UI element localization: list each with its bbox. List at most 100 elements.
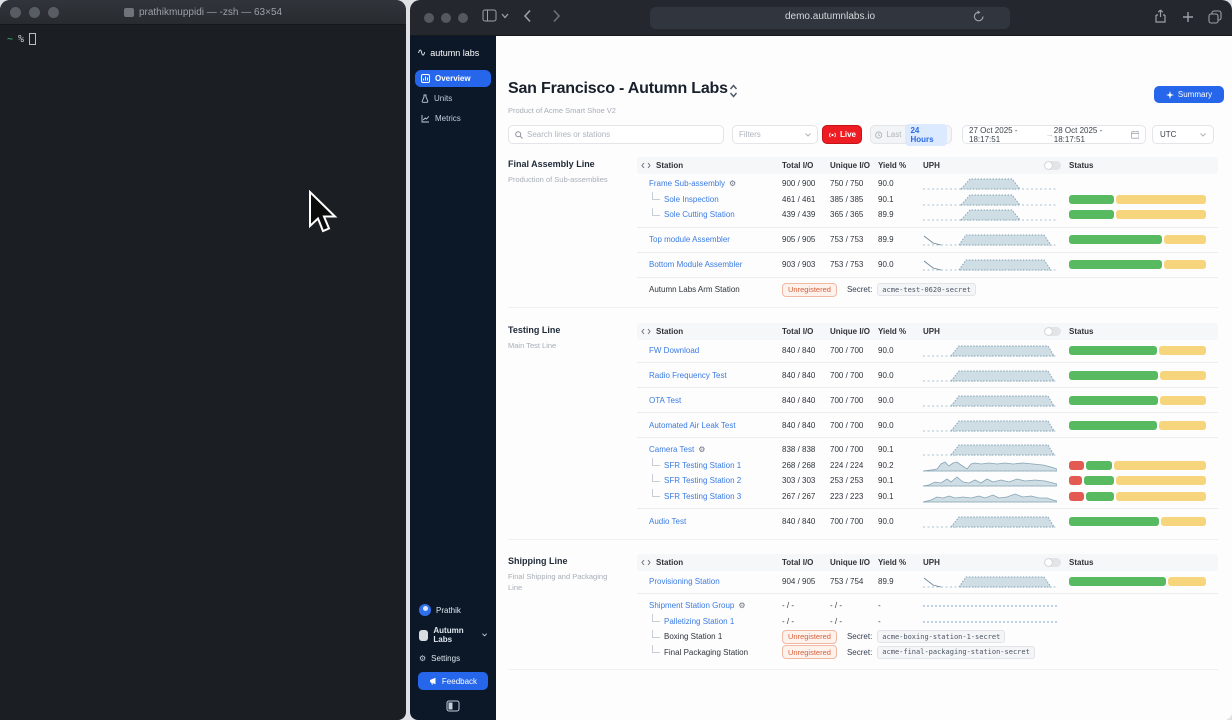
station-link[interactable]: Shipment Station Group: [649, 601, 734, 610]
secret-value[interactable]: acme-test-0620-secret: [877, 283, 976, 296]
station-link[interactable]: SFR Testing Station 2: [664, 476, 741, 485]
close-window-button[interactable]: [424, 13, 434, 23]
status-segment-green: [1069, 345, 1157, 355]
secret-value[interactable]: acme-boxing-station-1-secret: [877, 630, 1006, 644]
station-link[interactable]: Audio Test: [649, 517, 686, 526]
table-header-row: Station Total I/O Unique I/O Yield % UPH Stat…: [637, 323, 1218, 340]
share-icon[interactable]: [1154, 9, 1167, 24]
zoom-window-button[interactable]: [458, 13, 468, 23]
status-segment-green: [1085, 460, 1113, 470]
chevron-down-icon[interactable]: [501, 13, 509, 19]
expand-columns-icon[interactable]: [641, 328, 651, 335]
gear-icon[interactable]: ⚙: [698, 445, 705, 454]
sidebar-toggle-icon[interactable]: [482, 9, 497, 22]
station-link[interactable]: FW Download: [649, 346, 699, 355]
status-toggle[interactable]: [1044, 327, 1061, 336]
station-cell: Autumn Labs Arm Station: [637, 285, 782, 294]
sidebar-item-overview[interactable]: Overview: [415, 70, 491, 87]
station-link[interactable]: SFR Testing Station 3: [664, 492, 741, 501]
collapse-sidebar-button[interactable]: [410, 700, 496, 712]
station-link[interactable]: Camera Test: [649, 445, 694, 454]
sidebar-item-metrics[interactable]: Metrics: [415, 110, 491, 127]
sidebar-item-units[interactable]: Units: [415, 90, 491, 107]
summary-button[interactable]: Summary: [1154, 86, 1224, 103]
status-segment-yellow: [1115, 210, 1206, 220]
org-switcher[interactable]: Autumn Labs: [410, 621, 496, 649]
new-tab-icon[interactable]: [1182, 11, 1194, 23]
station-link[interactable]: Sole Inspection: [664, 195, 719, 204]
timezone-select[interactable]: UTC: [1152, 125, 1214, 144]
site-selector[interactable]: [729, 84, 738, 103]
station-link[interactable]: Frame Sub-assembly: [649, 179, 725, 188]
table-row: Audio Test 840 / 840 700 / 700 90.0: [637, 513, 1218, 529]
status-toggle[interactable]: [1044, 161, 1061, 170]
station-link[interactable]: Provisioning Station: [649, 577, 720, 586]
unique-io-value: 224 / 224: [830, 460, 864, 470]
station-link[interactable]: Top module Assembler: [649, 235, 730, 244]
terminal-body[interactable]: ~ %: [0, 25, 406, 53]
status-cell: [1069, 576, 1207, 586]
table-row: Sole Cutting Station 439 / 439 365 / 365 89…: [637, 207, 1218, 223]
gear-icon[interactable]: ⚙: [738, 601, 745, 610]
terminal-window[interactable]: prathikmuppidi — -zsh — 63×54 ~ %: [0, 0, 406, 720]
date-range-picker[interactable]: 27 Oct 2025 - 18:17:51 → 28 Oct 2025 - 1…: [962, 125, 1146, 144]
status-bar: [1069, 491, 1206, 501]
time-range-control[interactable]: Last 24 Hours: [870, 123, 952, 146]
feedback-button[interactable]: Feedback: [418, 672, 488, 690]
station-link[interactable]: SFR Testing Station 1: [664, 461, 741, 470]
megaphone-icon: [429, 677, 436, 685]
station-link[interactable]: Radio Frequency Test: [649, 371, 727, 380]
table-row: Radio Frequency Test 840 / 840 700 / 700 90…: [637, 367, 1218, 383]
secret-value[interactable]: acme-final-packaging-station-secret: [877, 645, 1035, 659]
station-link[interactable]: Automated Air Leak Test: [649, 421, 736, 430]
section-title: Testing Line: [508, 325, 561, 335]
status-segment-green: [1085, 491, 1114, 501]
browser-traffic-lights[interactable]: [424, 13, 468, 23]
forward-icon[interactable]: [552, 9, 561, 23]
total-io-value: 838 / 838: [782, 445, 816, 455]
station-label: Boxing Station 1: [664, 632, 723, 642]
refresh-icon[interactable]: [973, 10, 985, 23]
app-logo[interactable]: ∿ autumn labs: [410, 36, 496, 67]
uph-sparkline: [923, 207, 1069, 222]
search-input[interactable]: Search lines or stations: [508, 125, 724, 144]
gear-icon[interactable]: ⚙: [729, 179, 736, 188]
station-header: Station: [637, 558, 782, 567]
settings-item[interactable]: ⚙ Settings: [410, 649, 496, 668]
station-link[interactable]: Sole Cutting Station: [664, 210, 735, 219]
total-io-value: 903 / 903: [782, 260, 816, 269]
unique-io-header: Unique I/O: [830, 327, 870, 336]
web-page: ∿ autumn labs Overview Units Metrics Pra…: [410, 36, 1232, 720]
expand-columns-icon[interactable]: [641, 162, 651, 169]
table-row: Bottom Module Assembler 903 / 903 753 / 75…: [637, 257, 1218, 273]
tabs-icon[interactable]: [1208, 10, 1222, 24]
station-link[interactable]: Bottom Module Assembler: [649, 260, 742, 269]
station-cell: SFR Testing Station 2: [637, 473, 782, 485]
unique-io-value: 753 / 754: [830, 576, 864, 586]
minimize-window-button[interactable]: [441, 13, 451, 23]
uph-header: UPH: [923, 327, 1069, 336]
status-toggle[interactable]: [1044, 558, 1061, 567]
expand-columns-icon[interactable]: [641, 559, 651, 566]
uph-sparkline: [923, 368, 1069, 383]
back-icon[interactable]: [523, 9, 532, 23]
uph-header: UPH: [923, 558, 1069, 567]
url-field[interactable]: demo.autumnlabs.io: [650, 7, 1010, 29]
station-link[interactable]: Palletizing Station 1: [664, 617, 734, 626]
station-link[interactable]: OTA Test: [649, 396, 681, 405]
section-subtitle: Final Shipping and Packaging Line: [508, 572, 608, 593]
live-button[interactable]: Live: [822, 125, 862, 144]
terminal-icon: [123, 7, 134, 17]
yield-header: Yield %: [878, 327, 907, 336]
terminal-titlebar[interactable]: prathikmuppidi — -zsh — 63×54: [0, 0, 406, 25]
yield-value: 90.0: [878, 420, 894, 430]
filter-toolbar: Search lines or stations Filters Live La…: [496, 123, 1232, 146]
user-menu[interactable]: Prathik: [410, 599, 496, 621]
filters-select[interactable]: Filters: [732, 125, 818, 144]
group-divider: [637, 362, 1218, 363]
station-header: Station: [637, 327, 782, 336]
group-divider: [637, 508, 1218, 509]
section-subtitle: Production of Sub-assemblies: [508, 175, 608, 184]
secret-label: Secret:: [846, 647, 873, 657]
range-24-hours[interactable]: 24 Hours: [905, 123, 947, 146]
